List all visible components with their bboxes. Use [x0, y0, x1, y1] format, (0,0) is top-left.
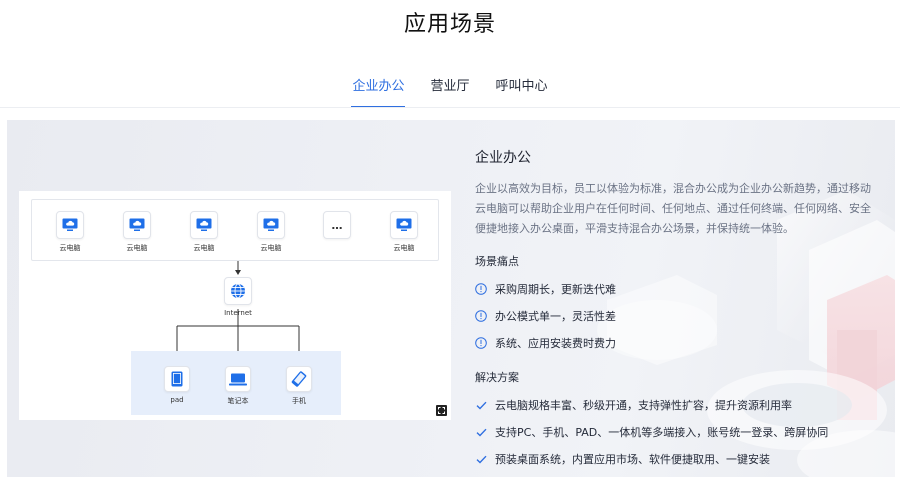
cloud-monitor-icon [196, 218, 212, 231]
cloud-pc-node: 云电脑 [387, 211, 421, 253]
cloud-monitor-icon [396, 218, 412, 231]
cloud-pc-node: 云电脑 [53, 211, 87, 253]
phone-icon [291, 371, 307, 387]
check-icon [475, 426, 487, 438]
tab-business-hall[interactable]: 营业厅 [429, 76, 470, 108]
tab-enterprise-office[interactable]: 企业办公 [351, 76, 406, 108]
pain-point-item: 系统、应用安装费时费力 [475, 335, 616, 351]
expand-diagram-button[interactable] [436, 405, 447, 416]
architecture-diagram: 云电脑 云电脑 云电脑 云电脑 … 云电脑 Internet pad 笔记本 手… [19, 191, 451, 420]
cloud-monitor-icon [263, 218, 279, 231]
scenario-title: 企业办公 [475, 150, 531, 166]
solution-item: 支持PC、手机、PAD、一体机等多端接入，账号统一登录、跨屏协同 [475, 424, 828, 440]
page-title: 应用场景 [403, 12, 496, 37]
tab-call-center[interactable]: 呼叫中心 [495, 76, 549, 108]
endpoint-zone: pad 笔记本 手机 [131, 351, 341, 415]
tabs-divider [0, 107, 900, 108]
solutions-heading: 解决方案 [475, 371, 519, 384]
laptop-icon [229, 373, 247, 385]
cloud-monitor-icon [129, 218, 145, 231]
expand-icon [438, 407, 445, 414]
pain-point-item: 办公模式单一，灵活性差 [475, 308, 616, 324]
endpoint-phone: 手机 [283, 366, 315, 406]
pain-points-heading: 场景痛点 [475, 255, 519, 268]
info-icon [475, 283, 487, 295]
tablet-icon [171, 371, 183, 387]
globe-icon [231, 283, 245, 299]
endpoint-pad: pad [161, 366, 193, 404]
solution-item: 云电脑规格丰富、秒级开通，支持弹性扩容，提升资源利用率 [475, 397, 792, 413]
cloud-monitor-icon [62, 218, 78, 231]
more-nodes-ellipsis: … [320, 211, 354, 239]
cloud-pc-group: 云电脑 云电脑 云电脑 云电脑 … 云电脑 [31, 199, 439, 261]
solution-item: 预装桌面系统，内置应用市场、软件便捷取用、一键安装 [475, 451, 770, 467]
check-icon [475, 453, 487, 465]
cloud-pc-node: 云电脑 [120, 211, 154, 253]
scenario-content: 企业办公 企业以高效为目标，员工以体验为标准，混合办公成为企业办公新趋势，通过移… [475, 147, 875, 239]
scenario-description: 企业以高效为目标，员工以体验为标准，混合办公成为企业办公新趋势，通过移动云电脑可… [475, 182, 871, 235]
cloud-pc-node: 云电脑 [254, 211, 288, 253]
scenario-tabs: 企业办公 营业厅 呼叫中心 [0, 76, 900, 108]
pain-point-item: 采购周期长，更新迭代难 [475, 281, 616, 297]
cloud-pc-node: 云电脑 [187, 211, 221, 253]
info-icon [475, 337, 487, 349]
check-icon [475, 399, 487, 411]
endpoint-laptop: 笔记本 [222, 366, 254, 406]
internet-node: Internet [221, 277, 255, 317]
info-icon [475, 310, 487, 322]
scenario-panel: 云电脑 云电脑 云电脑 云电脑 … 云电脑 Internet pad 笔记本 手… [7, 120, 895, 477]
